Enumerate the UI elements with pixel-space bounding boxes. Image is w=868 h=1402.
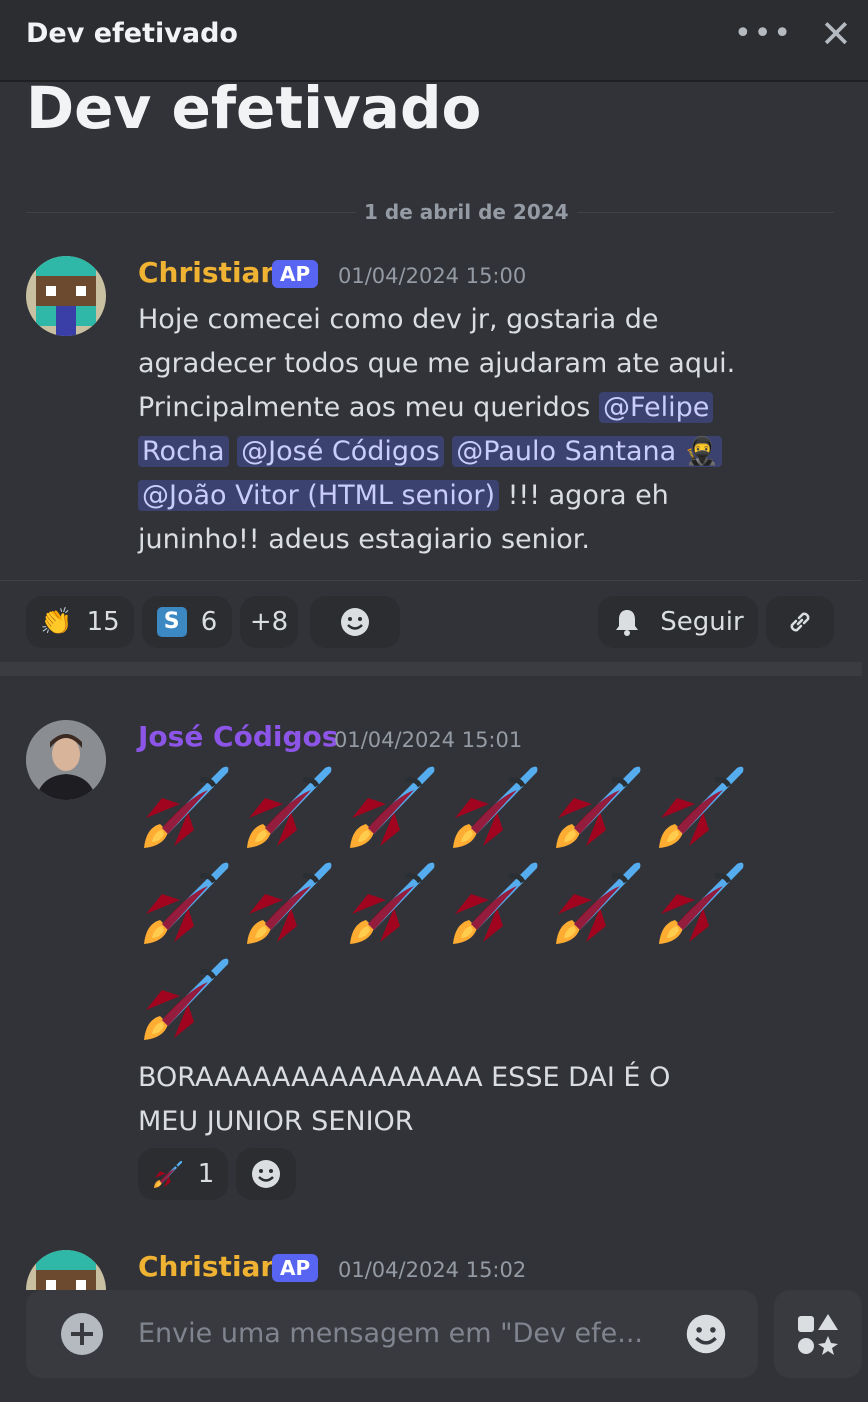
- plus-icon[interactable]: [60, 1312, 104, 1356]
- rocket-emoji: [447, 758, 543, 854]
- message-line: MEU JUNIOR SENIOR: [138, 1106, 414, 1137]
- avatar[interactable]: [26, 256, 106, 336]
- add-reaction-button[interactable]: [236, 1148, 296, 1200]
- rocket-emoji: [550, 758, 646, 854]
- copy-link-button[interactable]: [766, 596, 834, 648]
- top-bar: Dev efetivado ••• ✕: [0, 0, 868, 82]
- rocket-emoji: [447, 854, 543, 950]
- rocket-emoji: [550, 854, 646, 950]
- clap-emoji: 👏: [40, 607, 73, 637]
- mention-felipe-rocha[interactable]: Rocha: [138, 436, 229, 467]
- message-text: !!! agora eh: [499, 480, 669, 511]
- message-timestamp: 01/04/2024 15:01: [334, 728, 523, 752]
- message-line: Rocha @José Códigos @Paulo Santana 🥷: [138, 430, 858, 474]
- message-author[interactable]: Christian: [138, 256, 280, 289]
- mention-felipe-rocha[interactable]: @Felipe: [598, 392, 714, 423]
- rocket-emoji: [138, 854, 234, 950]
- message-line: BORAAAAAAAAAAAAAAA ESSE DAI É O: [138, 1062, 671, 1093]
- message-body: Hoje comecei como dev jr, gostaria de ag…: [138, 298, 858, 562]
- avatar[interactable]: [26, 1250, 106, 1290]
- reaction-count: 1: [197, 1159, 215, 1189]
- message-line: @João Vitor (HTML senior) !!! agora eh: [138, 474, 858, 518]
- more-reactions-button[interactable]: +8: [240, 596, 298, 648]
- apps-icon: [798, 1314, 838, 1355]
- avatar[interactable]: [26, 720, 106, 800]
- message-line: Hoje comecei como dev jr, gostaria de: [138, 304, 659, 335]
- s-square-icon: S: [156, 607, 187, 637]
- message-composer[interactable]: Envie uma mensagem em "Dev efe...: [26, 1290, 758, 1378]
- reaction-s[interactable]: S 6: [142, 596, 232, 648]
- mention-label: @Paulo Santana: [456, 436, 677, 467]
- smiley-icon: [341, 608, 369, 636]
- message-text: Principalmente aos meu queridos: [138, 392, 599, 423]
- mention-joao-vitor[interactable]: @João Vitor (HTML senior): [138, 480, 499, 511]
- message-timestamp: 01/04/2024 15:02: [338, 1258, 527, 1282]
- rocket-emoji: [241, 758, 337, 854]
- smiley-icon: [252, 1160, 280, 1188]
- reaction-rocket[interactable]: 1: [138, 1148, 228, 1200]
- add-reaction-button[interactable]: [310, 596, 400, 648]
- rocket-emoji: [241, 854, 337, 950]
- reaction-count: 6: [200, 607, 218, 637]
- rocket-emoji: [344, 854, 440, 950]
- section-divider: [0, 662, 862, 676]
- rocket-emoji: [344, 758, 440, 854]
- date-divider-label: 1 de abril de 2024: [356, 200, 577, 224]
- role-tag: AP: [272, 260, 319, 288]
- message-author[interactable]: Christian: [138, 1250, 280, 1283]
- rocket-emoji: [152, 1160, 183, 1189]
- bell-icon: [616, 610, 639, 636]
- more-options-icon[interactable]: •••: [734, 19, 793, 49]
- reaction-count: 15: [86, 607, 120, 637]
- mention-jose-codigos[interactable]: @José Códigos: [237, 436, 444, 467]
- message-body: BORAAAAAAAAAAAAAAA ESSE DAI É O MEU JUNI…: [138, 1056, 670, 1144]
- message-input[interactable]: Envie uma mensagem em "Dev efe...: [138, 1318, 643, 1349]
- rocket-emoji: [138, 950, 234, 1046]
- close-icon[interactable]: ✕: [820, 14, 852, 54]
- mention-paulo-santana[interactable]: @Paulo Santana 🥷: [452, 436, 723, 467]
- message-line: Principalmente aos meu queridos @Felipe: [138, 386, 858, 430]
- rocket-emoji: [653, 854, 749, 950]
- follow-button[interactable]: Seguir: [598, 596, 758, 648]
- reaction-clap[interactable]: 👏 15: [26, 596, 134, 648]
- ninja-emoji: 🥷: [684, 436, 719, 467]
- separator: [0, 580, 862, 581]
- rocket-emoji: [138, 758, 234, 854]
- date-divider: 1 de abril de 2024: [26, 200, 834, 226]
- follow-label: Seguir: [660, 607, 744, 637]
- thread-title: Dev efetivado: [26, 74, 482, 142]
- apps-button[interactable]: [774, 1290, 862, 1378]
- message-author[interactable]: José Códigos: [138, 720, 338, 753]
- link-icon: [790, 612, 810, 632]
- header-title: Dev efetivado: [26, 18, 238, 49]
- more-reactions-label: +8: [249, 607, 289, 637]
- message-timestamp: 01/04/2024 15:00: [338, 264, 527, 288]
- role-tag: AP: [272, 1254, 319, 1282]
- message-line: agradecer todos que me ajudaram ate aqui…: [138, 348, 736, 379]
- emoji-picker-icon[interactable]: [684, 1312, 728, 1356]
- rocket-emoji: [653, 758, 749, 854]
- message-line: juninho!! adeus estagiario senior.: [138, 524, 590, 555]
